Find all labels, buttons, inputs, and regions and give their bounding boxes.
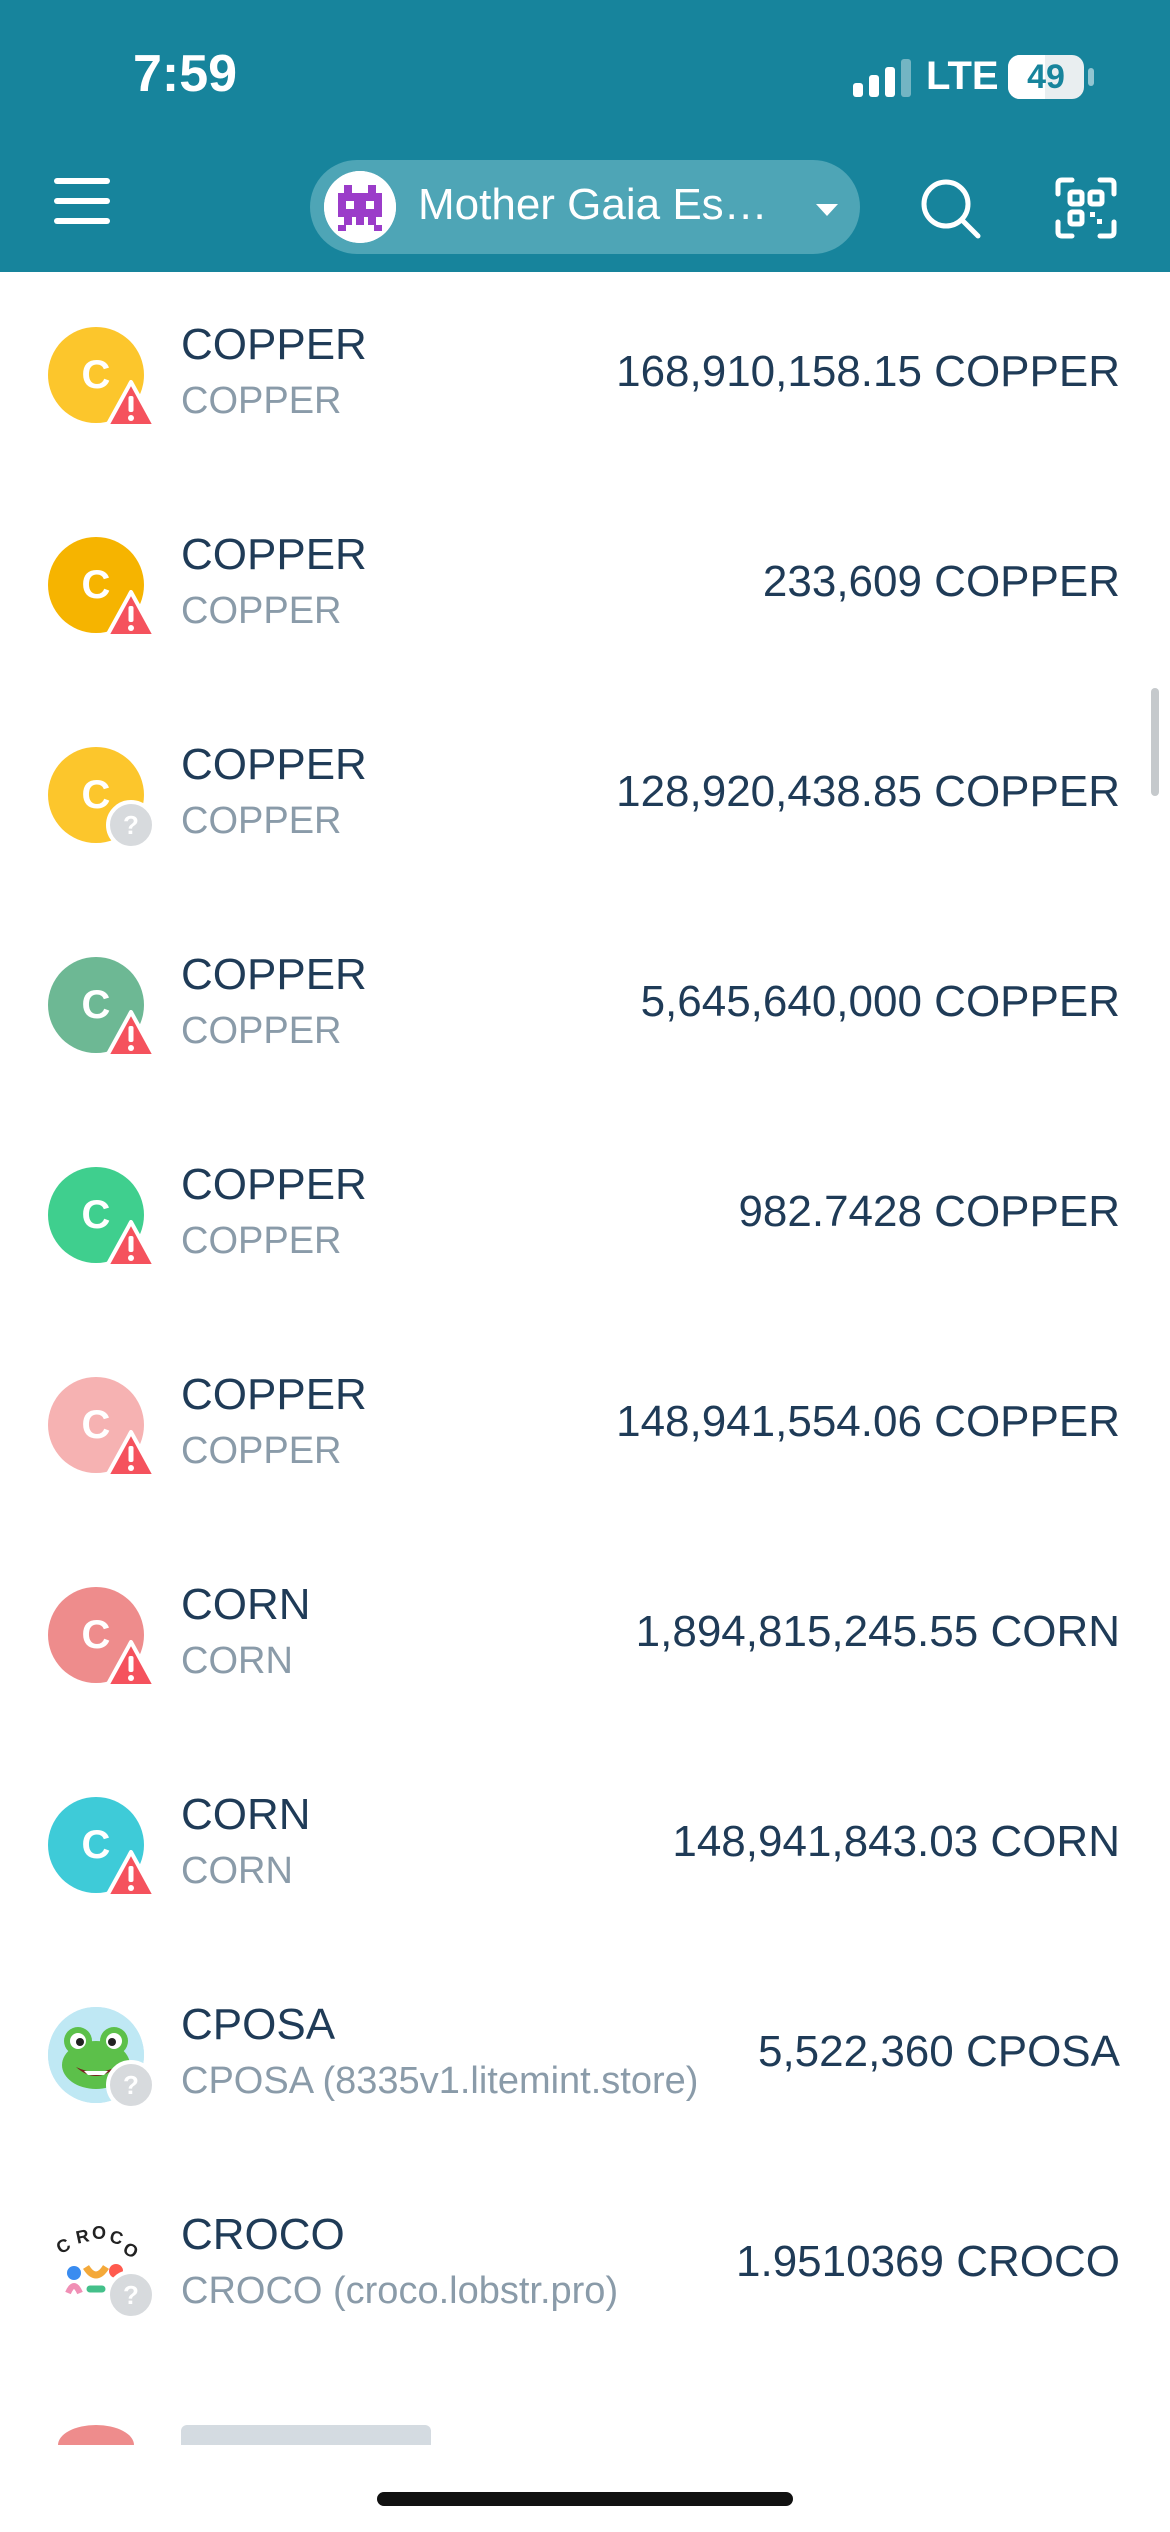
asset-name: COPPER xyxy=(181,320,367,369)
asset-balance: 5,522,360 CPOSA xyxy=(757,2027,1120,2076)
home-indicator xyxy=(377,2492,793,2506)
asset-row[interactable]: C COPPER COPPER 233,609 COPPER xyxy=(0,482,1170,692)
warning-icon xyxy=(105,1430,157,1478)
question-icon: ? xyxy=(106,2270,156,2320)
asset-subtitle: CROCO (croco.lobstr.pro) xyxy=(181,2270,619,2312)
warning-icon xyxy=(105,590,157,638)
battery-tip xyxy=(1088,68,1094,86)
menu-button[interactable] xyxy=(54,176,116,228)
asset-subtitle: COPPER xyxy=(181,800,342,842)
app-header: 7:59 LTE 49 Mother Gaia Es… xyxy=(0,0,1170,272)
search-button[interactable] xyxy=(918,176,982,240)
asset-name: COPPER xyxy=(181,740,367,789)
asset-subtitle: COPPER xyxy=(181,1220,342,1262)
asset-subtitle: CORN xyxy=(181,1640,293,1682)
asset-row[interactable]: C COPPER COPPER 168,910,158.15 COPPER xyxy=(0,272,1170,482)
asset-row[interactable]: C COPPER COPPER 5,645,640,000 COPPER xyxy=(0,902,1170,1112)
network-type: LTE xyxy=(926,54,999,98)
status-time: 7:59 xyxy=(133,45,238,103)
asset-subtitle: COPPER xyxy=(181,1430,342,1472)
asset-balance: 233,609 COPPER xyxy=(762,557,1120,606)
battery-level: 49 xyxy=(1027,58,1065,96)
warning-icon xyxy=(105,380,157,428)
asset-subtitle: CORN xyxy=(181,1850,293,1892)
chevron-down-icon xyxy=(816,204,838,216)
svg-text:?: ? xyxy=(123,810,139,840)
svg-text:?: ? xyxy=(123,2070,139,2100)
scan-qr-button[interactable] xyxy=(1054,176,1118,240)
warning-icon xyxy=(105,1640,157,1688)
asset-balance: 128,920,438.85 COPPER xyxy=(616,767,1120,816)
asset-name: CORN xyxy=(181,1580,311,1629)
account-name: Mother Gaia Es… xyxy=(418,180,768,229)
warning-icon xyxy=(105,1850,157,1898)
account-switcher[interactable]: Mother Gaia Es… xyxy=(310,160,860,254)
asset-row[interactable]: C COPPER COPPER 148,941,554.06 COPPER xyxy=(0,1322,1170,1532)
asset-balance: 982.7428 COPPER xyxy=(738,1187,1120,1236)
search-icon xyxy=(921,179,981,239)
asset-name: COPPER xyxy=(181,1160,367,1209)
warning-icon xyxy=(105,1010,157,1058)
svg-text:O: O xyxy=(92,2223,106,2243)
asset-row[interactable]: ? CPOSA CPOSA (8335v1.litemint.store) 5,522… xyxy=(0,1952,1170,2162)
asset-row[interactable]: C COPPER COPPER 982.7428 COPPER xyxy=(0,1112,1170,1322)
asset-balance: 1,894,815,245.55 CORN xyxy=(635,1607,1120,1656)
asset-balance: 148,941,554.06 COPPER xyxy=(616,1397,1120,1446)
asset-balance: 5,645,640,000 COPPER xyxy=(640,977,1120,1026)
asset-name: COPPER xyxy=(181,530,367,579)
asset-balance: 1.9510369 CROCO xyxy=(736,2237,1120,2286)
svg-text:?: ? xyxy=(123,2280,139,2310)
qr-scan-icon xyxy=(1055,177,1117,239)
asset-name: CPOSA xyxy=(181,2000,336,2049)
asset-balance: 148,941,843.03 CORN xyxy=(672,1817,1120,1866)
warning-icon xyxy=(105,1220,157,1268)
asset-row[interactable]: C? COPPER COPPER 128,920,438.85 COPPER xyxy=(0,692,1170,902)
asset-balance: 168,910,158.15 COPPER xyxy=(616,347,1120,396)
asset-row[interactable]: C R O C O? CROCO CROCO (croco.lobstr.pro) 1.951… xyxy=(0,2162,1170,2372)
asset-name: COPPER xyxy=(181,1370,367,1419)
scrollbar[interactable] xyxy=(1151,688,1159,796)
account-avatar-icon xyxy=(324,171,396,243)
battery-icon: 49 xyxy=(1008,55,1084,99)
question-icon: ? xyxy=(106,800,156,850)
asset-name: CROCO xyxy=(181,2210,345,2259)
question-icon: ? xyxy=(106,2060,156,2110)
asset-row[interactable]: C CORN CORN 1,894,815,245.55 CORN xyxy=(0,1532,1170,1742)
asset-subtitle: COPPER xyxy=(181,380,342,422)
asset-name: COPPER xyxy=(181,950,367,999)
partial-list-item xyxy=(0,2425,1170,2445)
asset-row[interactable]: C CORN CORN 148,941,843.03 CORN xyxy=(0,1742,1170,1952)
asset-subtitle: COPPER xyxy=(181,1010,342,1052)
asset-subtitle: CPOSA (8335v1.litemint.store) xyxy=(181,2060,699,2102)
asset-subtitle: COPPER xyxy=(181,590,342,632)
asset-name: CORN xyxy=(181,1790,311,1839)
cell-signal-icon xyxy=(853,55,913,97)
